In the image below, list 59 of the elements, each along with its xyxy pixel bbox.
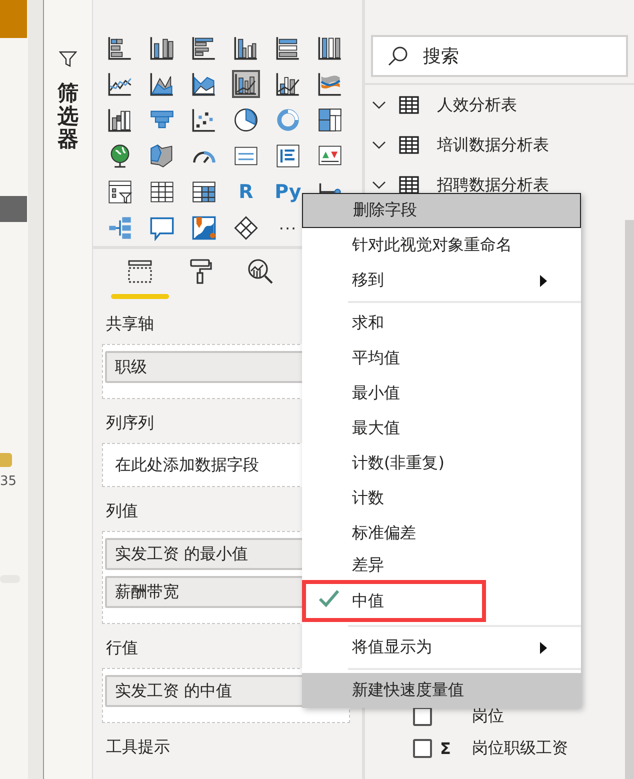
chart-type-button[interactable] [316,34,344,62]
chart-type-button[interactable] [106,106,134,134]
menu-item[interactable]: 最大值 [302,411,581,446]
menu-item[interactable]: 计数 [302,481,581,516]
banner-bar [0,0,27,38]
well-label: 列序列 [106,412,154,434]
chart-type-button[interactable] [106,34,134,62]
search-icon [387,45,409,67]
table-name[interactable]: 培训数据分析表 [437,134,549,156]
chart-type-button[interactable] [316,106,344,134]
field-name[interactable]: 岗位 [472,706,504,726]
chart-type-button[interactable] [106,70,134,98]
well-label: 列值 [106,500,138,522]
magnifier-chart-icon [246,257,274,285]
chart-type-button[interactable] [190,34,218,62]
chart-type-button[interactable] [232,106,260,134]
field-name[interactable]: 岗位职级工资 [472,738,568,758]
menu-item[interactable]: 删除字段 [302,193,581,228]
drop-hint: 在此处添加数据字段 [114,454,260,476]
menu-item[interactable]: 移到 [302,263,581,298]
axis-label: 35 [0,473,18,491]
more-button[interactable]: ··· [274,214,302,242]
menu-item[interactable]: 求和 [302,306,581,341]
table-icon [399,136,419,154]
table-icon [399,96,419,114]
chart-type-button[interactable] [274,34,302,62]
chart-type-button[interactable] [106,178,134,206]
filters-title[interactable]: 筛选器 [58,82,78,152]
well-label: 共享轴 [106,313,154,335]
submenu-arrow-icon [540,642,547,654]
submenu-arrow-icon [540,275,547,287]
menu-item[interactable]: 计数(非重复) [302,446,581,481]
menu-item[interactable]: 将值显示为 [302,630,581,665]
chart-type-button[interactable] [316,70,344,98]
chart-type-button[interactable] [232,214,260,242]
chart-type-button[interactable] [148,34,176,62]
table-name[interactable]: 招聘数据分析表 [437,174,549,196]
sigma-icon: Σ [440,738,462,758]
filter-icon[interactable] [59,50,77,68]
chart-type-button[interactable] [232,70,260,98]
menu-item[interactable]: 针对此视觉对象重命名 [302,228,581,263]
chart-type-button[interactable] [232,34,260,62]
well-label: 行值 [106,637,138,659]
header-bar [0,196,27,222]
menu-item[interactable]: 新建快速度量值 [302,673,581,708]
chart-type-button[interactable] [190,106,218,134]
chart-type-button[interactable] [148,70,176,98]
checkbox[interactable] [413,738,432,758]
chart-type-button[interactable] [274,70,302,98]
well-label: 工具提示 [106,736,170,758]
search-placeholder: 搜索 [423,45,459,68]
chart-type-button[interactable] [274,142,302,170]
table-icon [399,176,419,194]
legend-icon [0,453,12,467]
table-name[interactable]: 人效分析表 [437,94,517,116]
chart-type-button[interactable]: R [232,178,260,206]
chart-type-button[interactable] [190,70,218,98]
chart-type-button[interactable]: Py [274,178,302,206]
search-field[interactable]: 搜索 [371,35,628,77]
